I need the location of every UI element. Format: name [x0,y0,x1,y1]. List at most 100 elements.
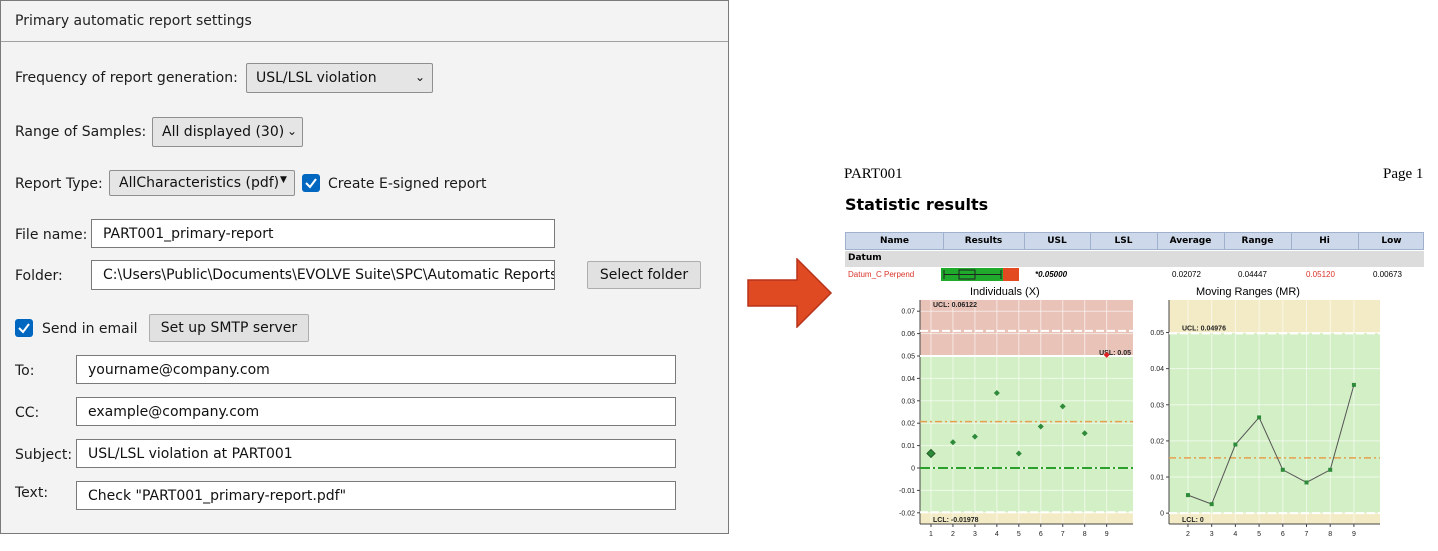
y-tick-label: 0 [1160,511,1164,518]
y-tick-label: 0.06 [901,331,915,338]
results-bar [941,268,1019,281]
x-tick-label: 6 [1281,531,1285,538]
range-select[interactable]: All displayed (30) ⌄ [152,117,303,147]
lcl-label: LCL: -0.01978 [933,517,979,524]
x-tick-label: 4 [1233,531,1237,538]
range-label: Range of Samples: [15,124,147,140]
select-folder-button[interactable]: Select folder [587,261,701,289]
x-tick-label: 3 [1210,531,1214,538]
col-results: Results [964,236,1003,246]
to-input[interactable]: yourname@company.com [76,355,676,384]
settings-panel: Primary automatic report settings Freque… [0,0,729,534]
data-point [1280,467,1285,472]
esign-label: Create E-signed report [328,176,487,192]
panel-title: Primary automatic report settings [1,1,728,42]
x-tick-label: 2 [1186,531,1190,538]
y-tick-label: 0 [911,466,915,473]
lcl-label: LCL: 0 [1182,517,1204,524]
group-label: Datum [848,253,882,263]
frequency-value: USL/LSL violation [256,70,377,86]
x-tick-label: 7 [1061,531,1065,538]
y-tick-label: 0.04 [1150,366,1164,373]
row-usl: *0.05000 [1035,270,1068,279]
send-email-label: Send in email [42,321,138,337]
report-page-number: Page 1 [1383,166,1424,182]
in-control-zone [1169,333,1380,514]
frequency-select[interactable]: USL/LSL violation ⌄ [246,63,433,93]
esign-checkbox[interactable] [302,174,320,192]
data-point [1209,502,1214,507]
x-tick-label: 7 [1305,531,1309,538]
x-tick-label: 2 [951,531,955,538]
row-hi: 0.05120 [1306,270,1335,279]
ucl-label: UCL: 0.04976 [1182,325,1226,332]
report-type-value: AllCharacteristics (pdf) [119,175,280,191]
results-table-header: Name Results USL LSL Average Range Hi Lo… [845,232,1424,250]
x-tick-label: 3 [973,531,977,538]
text-input[interactable]: Check "PART001_primary-report.pdf" [76,481,676,510]
y-tick-label: 0.02 [901,421,915,428]
y-tick-label: 0.05 [901,354,915,361]
y-tick-label: 0.01 [901,443,915,450]
text-label: Text: [15,485,49,501]
x-tick-label: 9 [1352,531,1356,538]
col-range: Range [1241,236,1274,246]
ucl-label: UCL: 0.06122 [933,302,977,309]
x-tick-label: 5 [1257,531,1261,538]
y-tick-label: 0.03 [1150,402,1164,409]
chevron-down-icon: ⌄ [287,124,298,138]
row-range: 0.04447 [1238,270,1267,279]
to-label: To: [15,363,35,379]
row-average: 0.02072 [1172,270,1201,279]
data-point [1328,467,1333,472]
x-tick-label: 8 [1328,531,1332,538]
smtp-button[interactable]: Set up SMTP server [149,314,309,342]
y-tick-label: 0.05 [1150,330,1164,337]
folder-input[interactable]: C:\Users\Public\Documents\EVOLVE Suite\S… [91,260,555,290]
col-usl: USL [1047,236,1067,246]
x-tick-label: 1 [929,531,933,538]
group-row: Datum [845,251,1424,267]
data-point [1257,415,1262,420]
report-part: PART001 [844,166,903,182]
folder-label: Folder: [15,268,63,284]
col-lsl: LSL [1114,236,1133,246]
cc-input[interactable]: example@company.com [76,397,676,426]
in-control-zone [920,356,1133,513]
y-tick-label: 0.02 [1150,438,1164,445]
col-average: Average [1169,236,1212,246]
y-tick-label: 0.04 [901,376,915,383]
file-name-label: File name: [15,227,88,243]
arrow-right-icon [747,258,833,328]
x-tick-label: 8 [1083,531,1087,538]
subject-input[interactable]: USL/LSL violation at PART001 [76,439,676,468]
row-low: 0.00673 [1373,270,1402,279]
x-tick-label: 6 [1039,531,1043,538]
row-name: Datum_C Perpend [848,270,915,279]
x-tick-label: 5 [1017,531,1021,538]
cc-label: CC: [15,405,40,421]
data-point [1185,493,1190,498]
chevron-down-icon: ⌄ [415,70,426,84]
range-value: All displayed (30) [162,124,285,140]
y-tick-label: -0.02 [899,510,915,517]
x-tick-label: 4 [995,531,999,538]
check-icon [18,323,30,334]
data-point [1304,480,1309,485]
data-point [1351,382,1356,387]
subject-label: Subject: [15,447,73,463]
send-email-checkbox[interactable] [15,319,33,337]
col-hi: Hi [1319,236,1330,246]
report-type-label: Report Type: [15,176,103,192]
moving-ranges-chart: 2 3 4 5 6 7 8 9 0.05 0.04 0.03 0.02 0.01 0 UCL: 0.0497… [1150,300,1380,538]
y-tick-label: 0.07 [901,309,915,316]
y-tick-label: 0.01 [1150,475,1164,482]
report-type-select[interactable]: AllCharacteristics (pdf) ▼ [109,170,295,196]
y-tick-label: 0.03 [901,398,915,405]
usl-label: USL: 0.05 [1099,350,1131,357]
individuals-chart: 1 2 3 4 5 6 7 8 9 0.07 0.06 0.05 0.04 0.03 0.02 0.01 0 -0… [899,300,1133,538]
file-name-input[interactable]: PART001_primary-report [91,219,555,248]
y-tick-label: -0.01 [899,488,915,495]
col-name: Name [879,236,910,246]
frequency-label: Frequency of report generation: [15,70,238,86]
